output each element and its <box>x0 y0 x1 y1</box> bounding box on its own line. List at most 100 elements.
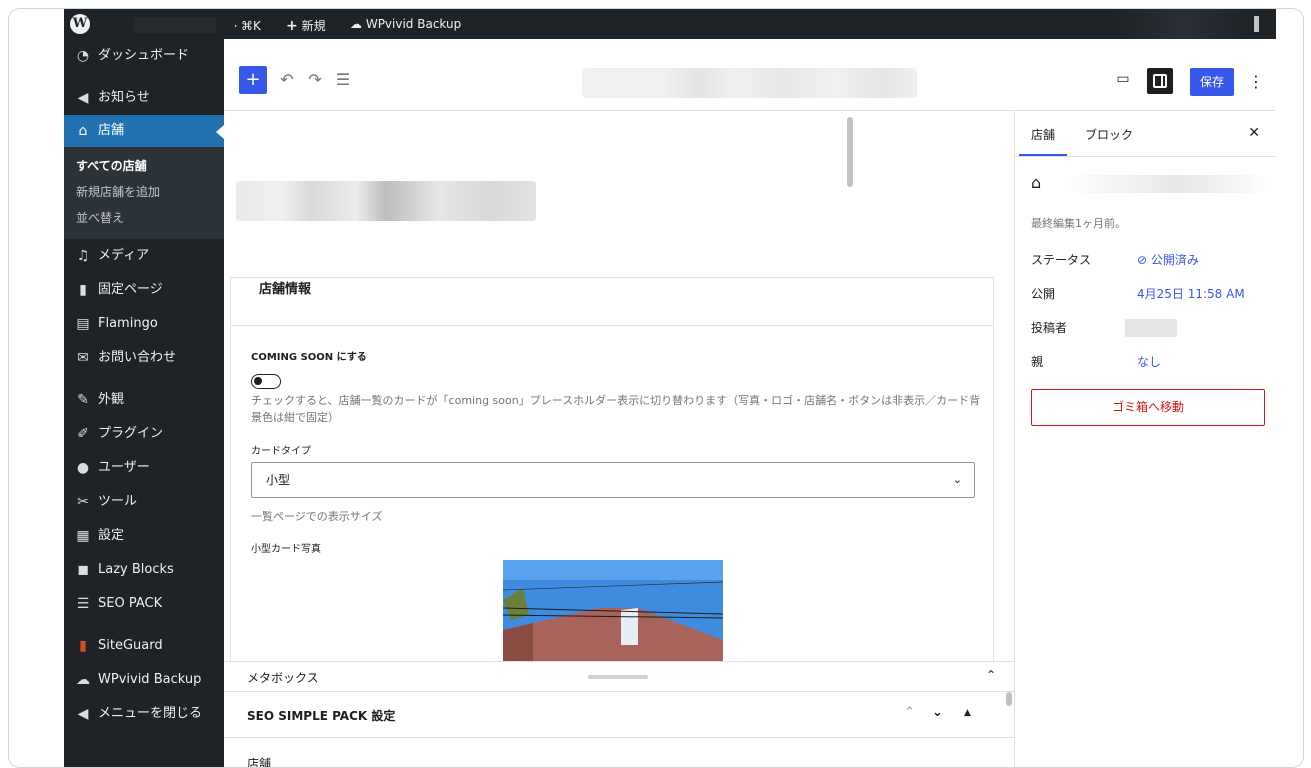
sidebar-item-label: 設定 <box>98 528 125 543</box>
block-inserter-button[interactable]: + <box>239 66 267 94</box>
command-shortcut[interactable]: ⸱ ⌘K <box>234 17 261 34</box>
store-icon: ⌂ <box>1031 173 1042 192</box>
small-photo-label: 小型カード写真 <box>251 544 321 555</box>
sidebar-item-store[interactable]: ⌂ 店舗 <box>64 115 224 147</box>
sidebar-item-settings[interactable]: ▦ 設定 <box>64 519 224 553</box>
author-select[interactable] <box>1125 319 1177 337</box>
sidebar-item-users[interactable]: ● ユーザー <box>64 451 224 485</box>
card-type-help: 一覧ページでの表示サイズ <box>251 510 383 523</box>
settings-sidebar: 店舗 ブロック ✕ ⌂ 最終編集1ヶ月前。 ステータス ⊘ 公開済み 公開 4月… <box>1014 111 1276 767</box>
post-summary: ⌂ <box>1031 173 1271 195</box>
post-title-redacted <box>1061 175 1271 193</box>
new-content-button[interactable]: + 新規 <box>286 17 326 34</box>
wpvivid-backup-link[interactable]: ☁ WPvivid Backup <box>350 17 461 31</box>
toggle-panel-icon[interactable]: ▲ <box>964 708 971 718</box>
sidebar-item-label: お問い合わせ <box>98 350 177 365</box>
collapse-icon: ◀ <box>77 706 89 722</box>
preview-icon[interactable]: ▭ <box>1112 71 1134 87</box>
plugin-icon: ✐ <box>77 426 89 442</box>
admin-sidebar: ◔ ダッシュボード ◀ お知らせ ⌂ 店舗 すべての店舗 新規店舗を追加 並べ替え ♫… <box>64 39 224 767</box>
sidebar-item-label: SEO PACK <box>98 596 163 611</box>
store-info-heading: 店舗情報 <box>231 278 993 326</box>
move-to-trash-button[interactable]: ゴミ箱へ移動 <box>1031 389 1265 426</box>
tab-block[interactable]: ブロック <box>1085 126 1133 143</box>
sidebar-item-seo-pack[interactable]: ☰ SEO PACK <box>64 587 224 621</box>
submenu-reorder[interactable]: 並べ替え <box>64 205 224 231</box>
flamingo-icon: ▤ <box>76 316 90 332</box>
sidebar-item-label: WPvivid Backup <box>98 672 202 687</box>
sidebar-item-siteguard[interactable]: ▮ SiteGuard <box>64 629 224 663</box>
media-icon: ♫ <box>76 248 90 264</box>
sidebar-item-plugins[interactable]: ✐ プラグイン <box>64 417 224 451</box>
site-name-redacted[interactable] <box>134 17 216 33</box>
sidebar-item-label: ツール <box>98 494 138 509</box>
document-title-bar[interactable] <box>582 68 917 98</box>
parent-label: 親 <box>1031 355 1044 369</box>
resize-handle[interactable] <box>588 675 648 679</box>
status-button[interactable]: ⊘ 公開済み <box>1137 251 1199 268</box>
seo-simple-pack-box: SEO SIMPLE PACK 設定 ⌃ ⌄ ▲ <box>224 692 1014 738</box>
save-button[interactable]: 保存 <box>1190 68 1234 96</box>
store-info-block: 店舗情報 COMING SOON にする チェックすると、店舗一覧のカードが「c… <box>230 277 994 661</box>
publish-date-button[interactable]: 4月25日 11:58 AM <box>1137 285 1245 302</box>
seo-box-title: SEO SIMPLE PACK 設定 <box>247 709 396 723</box>
plus-icon: + <box>286 18 298 34</box>
brush-icon: ✎ <box>77 392 89 408</box>
redo-icon[interactable]: ↷ <box>304 70 326 89</box>
sidebar-item-news[interactable]: ◀ お知らせ <box>64 81 224 115</box>
submenu-add-store[interactable]: 新規店舗を追加 <box>64 179 224 205</box>
building-photo <box>503 560 723 661</box>
cloud-icon: ☁ <box>350 17 362 31</box>
metabox-scrollbar[interactable] <box>1006 692 1012 706</box>
card-type-label: カードタイプ <box>251 446 311 457</box>
chevron-up-icon[interactable]: ⌃ <box>986 668 996 682</box>
tab-post[interactable]: 店舗 <box>1018 126 1068 156</box>
editor-scrollbar[interactable] <box>846 111 854 661</box>
sidebar-item-media[interactable]: ♫ メディア <box>64 239 224 273</box>
sidebar-item-label: 外観 <box>98 392 125 407</box>
sidebar-item-pages[interactable]: ▮ 固定ページ <box>64 273 224 307</box>
sidebar-item-flamingo[interactable]: ▤ Flamingo <box>64 307 224 341</box>
settings-icon: ▦ <box>76 528 90 544</box>
settings-panel-toggle-icon[interactable] <box>1147 68 1173 94</box>
last-edited: 最終編集1ヶ月前。 <box>1031 217 1126 230</box>
sidebar-item-label: プラグイン <box>98 426 164 441</box>
store-submenu: すべての店舗 新規店舗を追加 並べ替え <box>64 147 224 239</box>
metabox-bar[interactable]: メタボックス ⌃ <box>224 662 1014 692</box>
wordpress-logo-icon[interactable]: W <box>70 14 90 34</box>
submenu-all-stores[interactable]: すべての店舗 <box>64 153 224 179</box>
account-redacted[interactable] <box>1114 9 1254 39</box>
browser-frame: W ⸱ ⌘K + 新規 ☁ WPvivid Backup ◔ ダッシュボード ◀ お… <box>8 8 1304 768</box>
close-icon[interactable]: ✕ <box>1248 125 1260 141</box>
wrench-icon: ✂ <box>77 494 89 510</box>
move-down-icon[interactable]: ⌄ <box>932 705 943 720</box>
sidebar-item-label: SiteGuard <box>98 638 163 653</box>
sidebar-item-label: Flamingo <box>98 316 158 331</box>
sidebar-item-label: Lazy Blocks <box>98 562 174 577</box>
featured-image-redacted <box>236 181 536 221</box>
editor-canvas: 店舗情報 COMING SOON にする チェックすると、店舗一覧のカードが「c… <box>224 111 1006 661</box>
undo-icon[interactable]: ↶ <box>276 70 298 89</box>
sidebar-item-appearance[interactable]: ✎ 外観 <box>64 383 224 417</box>
new-label: 新規 <box>301 19 326 33</box>
sidebar-item-wpvivid[interactable]: ☁ WPvivid Backup <box>64 663 224 697</box>
more-options-icon[interactable]: ⋮ <box>1248 72 1264 91</box>
sidebar-item-label: お知らせ <box>98 90 150 105</box>
coming-soon-toggle[interactable] <box>251 374 281 389</box>
sidebar-item-tools[interactable]: ✂ ツール <box>64 485 224 519</box>
page-icon: ▮ <box>79 282 87 298</box>
dashboard-icon: ◔ <box>76 48 90 64</box>
sidebar-item-dashboard[interactable]: ◔ ダッシュボード <box>64 39 224 73</box>
metabox-title: メタボックス <box>247 671 319 685</box>
user-avatar[interactable] <box>1254 16 1259 32</box>
card-type-select[interactable]: 小型 ⌄ <box>251 462 975 498</box>
sidebar-item-contact[interactable]: ✉ お問い合わせ <box>64 341 224 375</box>
check-circle-icon: ⊘ <box>1137 253 1148 267</box>
parent-button[interactable]: なし <box>1137 353 1161 370</box>
sidebar-collapse-menu[interactable]: ◀ メニューを閉じる <box>64 697 224 731</box>
sidebar-item-lazy-blocks[interactable]: ◼ Lazy Blocks <box>64 553 224 587</box>
move-up-icon[interactable]: ⌃ <box>904 705 915 720</box>
list-view-icon[interactable]: ☰ <box>332 70 354 89</box>
small-card-photo[interactable] <box>503 560 723 661</box>
metabox-area: メタボックス ⌃ SEO SIMPLE PACK 設定 ⌃ ⌄ ▲ 店舗 <box>224 661 1014 767</box>
